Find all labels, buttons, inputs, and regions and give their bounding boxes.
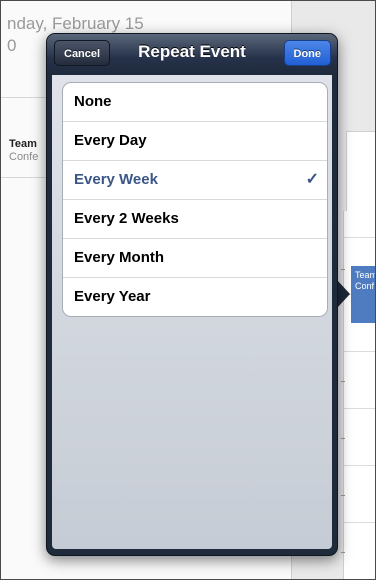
week-column (346, 131, 375, 212)
hour-tick (341, 381, 345, 382)
repeat-option-every-day[interactable]: Every Day (63, 121, 327, 160)
repeat-option-every-year[interactable]: Every Year (63, 277, 327, 316)
option-label: Every 2 Weeks (74, 210, 179, 227)
popover-arrow (337, 280, 350, 308)
grid-line (343, 351, 375, 352)
option-label: None (74, 93, 112, 110)
popover-navbar: Cancel Repeat Event Done (47, 34, 337, 74)
repeat-option-none[interactable]: None (63, 83, 327, 121)
hour-tick (341, 269, 345, 270)
repeat-option-every-week[interactable]: Every Week ✓ (63, 160, 327, 199)
popover-content: None Every Day Every Week ✓ Every 2 Week… (52, 75, 332, 549)
done-button[interactable]: Done (283, 40, 331, 66)
grid-line (343, 408, 375, 409)
option-label: Every Month (74, 249, 165, 266)
option-label: Every Week (74, 171, 158, 188)
day-header-date-text: nday, February 15 (7, 14, 144, 33)
repeat-option-every-2-weeks[interactable]: Every 2 Weeks (63, 199, 327, 238)
hour-tick (341, 552, 345, 553)
checkmark-icon: ✓ (305, 171, 319, 188)
option-label: Every Day (74, 132, 147, 149)
event-subtitle: Confe (9, 151, 39, 163)
grid-line (343, 522, 375, 523)
calendar-event-right[interactable]: Team Conf (351, 266, 376, 323)
event-title: Team (355, 270, 376, 280)
grid-line (343, 237, 375, 238)
repeat-options-list: None Every Day Every Week ✓ Every 2 Week… (62, 82, 328, 317)
option-label: Every Year (74, 288, 151, 305)
repeat-event-popover: Cancel Repeat Event Done None Every Day … (46, 33, 338, 556)
grid-line (343, 465, 375, 466)
event-subtitle: Conf (355, 281, 375, 291)
calendar-event-left[interactable]: Team Confe (9, 138, 38, 164)
repeat-option-every-month[interactable]: Every Month (63, 238, 327, 277)
event-title: Team (9, 138, 37, 150)
hour-tick (341, 438, 345, 439)
hour-tick (341, 495, 345, 496)
